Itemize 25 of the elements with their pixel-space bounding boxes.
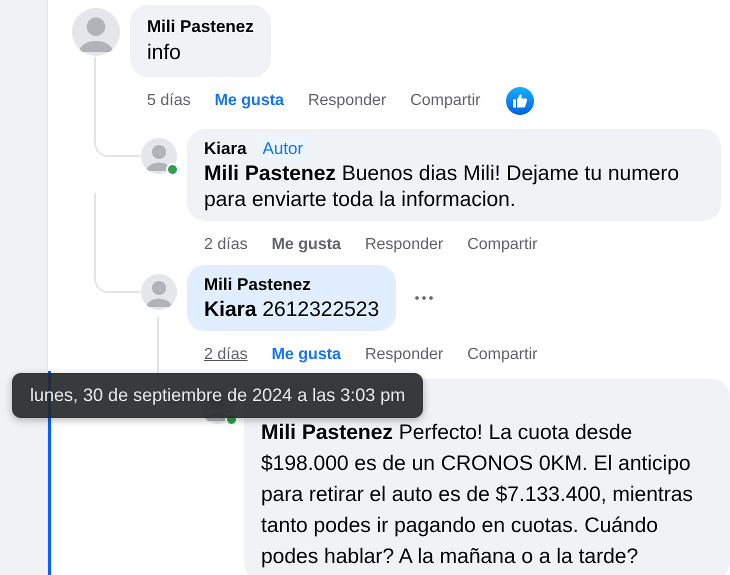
- timestamp-link[interactable]: 2 días: [204, 346, 248, 364]
- author-name[interactable]: Mili Pastenez: [147, 15, 254, 39]
- share-link[interactable]: Compartir: [467, 346, 538, 364]
- timestamp-link[interactable]: 2 días: [204, 236, 248, 254]
- share-link[interactable]: Compartir: [467, 236, 538, 254]
- reply-link[interactable]: Responder: [364, 236, 444, 254]
- comment-text: Kiara 2612322523: [204, 297, 380, 323]
- avatar[interactable]: [141, 138, 177, 174]
- avatar[interactable]: [141, 274, 177, 310]
- share-link[interactable]: Compartir: [410, 92, 480, 110]
- comment-text: Mili Pastenez Buenos dias Mili! Dejame tu numero para enviarte toda la informacion.: [204, 161, 680, 213]
- date-tooltip: lunes, 30 de septiembre de 2024 a las 3:03 pm: [12, 373, 424, 418]
- like-link[interactable]: Me gusta: [272, 236, 341, 254]
- like-link[interactable]: Me gusta: [214, 92, 284, 110]
- author-name[interactable]: Mili Pastenez: [204, 273, 311, 297]
- thumbs-up-icon[interactable]: [506, 87, 534, 115]
- comment-text: info: [147, 40, 182, 66]
- timestamp-link[interactable]: 5 días: [147, 92, 191, 110]
- author-name[interactable]: Kiara: [204, 137, 247, 161]
- like-link[interactable]: Me gusta: [272, 346, 341, 364]
- author-badge: Autor: [256, 137, 310, 161]
- comment-text: Mili Pastenez Perfecto! La cuota desde $198.000 es de un CRONOS 0KM. El anticipo para retirar el auto es de $7.133.400, mientras tanto podes ir pagando en cuotas. Cuándo podes hablar? A la mañana o a la tarde?: [261, 420, 694, 570]
- reply-link[interactable]: Responder: [308, 92, 386, 110]
- reply-link[interactable]: Responder: [364, 346, 444, 364]
- avatar[interactable]: [72, 8, 120, 56]
